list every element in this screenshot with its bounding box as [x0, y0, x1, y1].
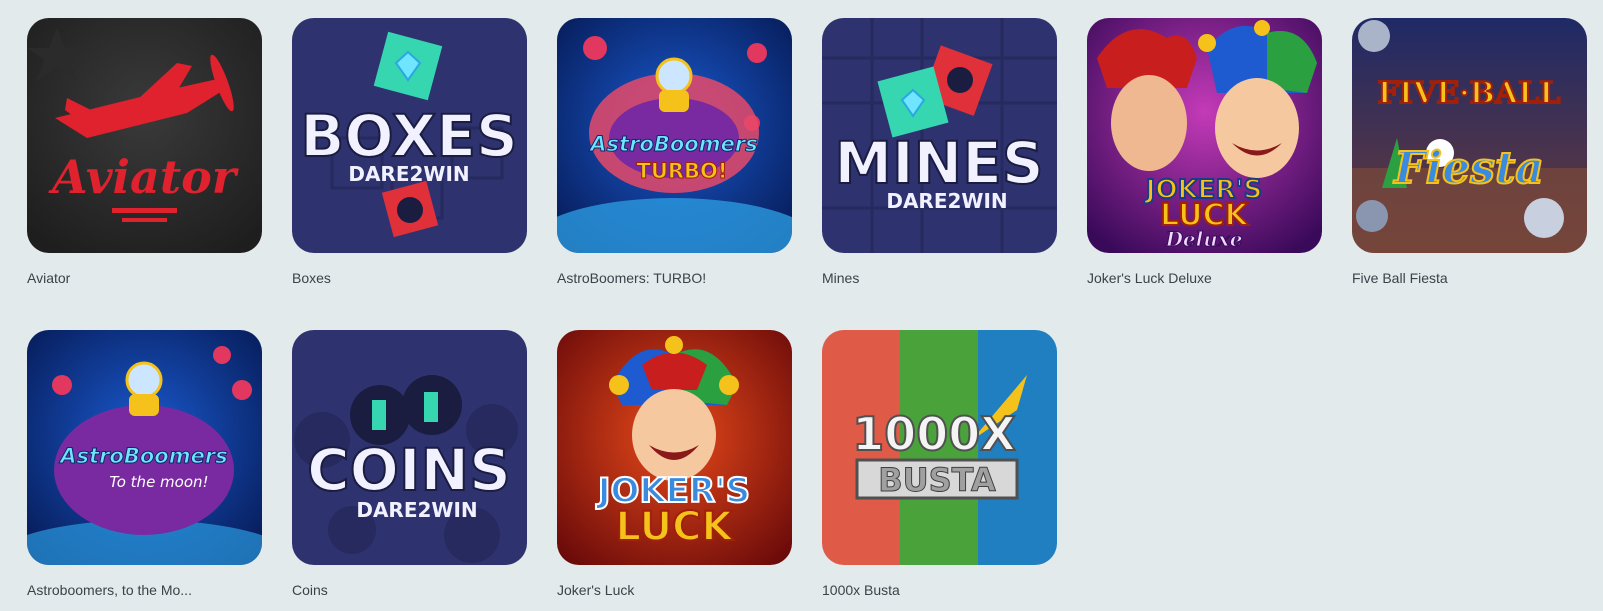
game-thumbnail[interactable]: BOXES DARE2WIN [292, 18, 527, 253]
game-card-astroboomers-moon[interactable]: AstroBoomers To the moon! Astroboomers, … [27, 330, 262, 599]
game-thumbnail[interactable]: FIVE·BALL Fiesta [1352, 18, 1587, 253]
game-card-astroboomers-turbo[interactable]: AstroBoomers TURBO! AstroBoomers: TURBO! [557, 18, 792, 287]
astroboomers-logo-text: AstroBoomers [588, 132, 757, 156]
game-title[interactable]: Mines [822, 269, 1057, 287]
game-thumbnail[interactable]: COINS DARE2WIN [292, 330, 527, 565]
game-card-boxes[interactable]: BOXES DARE2WIN Boxes [292, 18, 527, 287]
game-title[interactable]: Joker's Luck Deluxe [1087, 269, 1322, 287]
game-title[interactable]: Astroboomers, to the Mo... [27, 581, 262, 599]
luck-logo-text: LUCK [616, 504, 735, 550]
boxes-logo-text: BOXES [300, 102, 518, 170]
game-thumbnail[interactable]: 1000X BUSTA [822, 330, 1057, 565]
game-card-aviator[interactable]: Aviator Aviator [27, 18, 262, 287]
game-thumbnail[interactable]: JOKER'S LUCK [557, 330, 792, 565]
coins-logo-text: COINS [307, 436, 511, 504]
game-card-five-ball-fiesta[interactable]: FIVE·BALL Fiesta Five Ball Fiesta [1352, 18, 1587, 287]
dare2win-text: DARE2WIN [356, 498, 477, 522]
dare2win-text: DARE2WIN [348, 162, 469, 186]
astroboomers-logo-text: AstroBoomers [58, 444, 227, 468]
game-card-jokers-luck-deluxe[interactable]: JOKER'S LUCK Deluxe Joker's Luck Deluxe [1087, 18, 1322, 287]
game-title[interactable]: 1000x Busta [822, 581, 1057, 599]
game-card-1000x-busta[interactable]: 1000X BUSTA 1000x Busta [822, 330, 1057, 599]
game-title[interactable]: Boxes [292, 269, 527, 287]
game-card-jokers-luck[interactable]: JOKER'S LUCK Joker's Luck [557, 330, 792, 599]
game-title[interactable]: Joker's Luck [557, 581, 792, 599]
dare2win-text: DARE2WIN [886, 189, 1007, 213]
mines-logo-text: MINES [834, 129, 1043, 197]
game-thumbnail[interactable]: Aviator [27, 18, 262, 253]
game-title[interactable]: Five Ball Fiesta [1352, 269, 1587, 287]
game-thumbnail[interactable]: AstroBoomers TURBO! [557, 18, 792, 253]
astronaut-icon [655, 57, 693, 112]
to-the-moon-text: To the moon! [109, 473, 208, 491]
deluxe-text: Deluxe [1165, 227, 1243, 251]
turbo-text: TURBO! [637, 159, 728, 183]
1000x-logo-text: 1000X [852, 407, 1016, 461]
game-card-coins[interactable]: COINS DARE2WIN Coins [292, 330, 527, 599]
fiesta-logo-text: Fiesta [1392, 143, 1544, 194]
game-thumbnail[interactable]: JOKER'S LUCK Deluxe [1087, 18, 1322, 253]
game-title[interactable]: Coins [292, 581, 527, 599]
game-title[interactable]: AstroBoomers: TURBO! [557, 269, 792, 287]
astronaut-icon [125, 361, 163, 416]
five-ball-logo-text: FIVE·BALL [1378, 76, 1561, 111]
game-thumbnail[interactable]: AstroBoomers To the moon! [27, 330, 262, 565]
busta-logo-text: BUSTA [878, 461, 996, 499]
aviator-logo-text: Aviator [48, 150, 240, 204]
game-card-mines[interactable]: MINES DARE2WIN Mines [822, 18, 1057, 287]
game-thumbnail[interactable]: MINES DARE2WIN [822, 18, 1057, 253]
game-title[interactable]: Aviator [27, 269, 262, 287]
